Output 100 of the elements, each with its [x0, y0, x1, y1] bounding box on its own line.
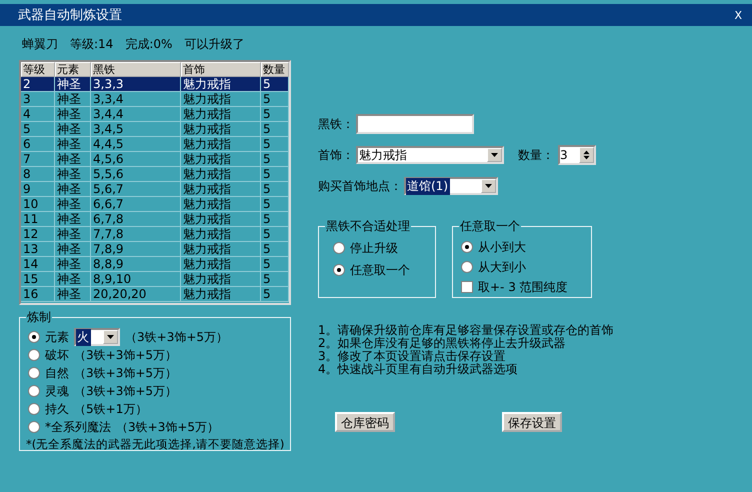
table-cell: 7,7,8 — [91, 227, 181, 242]
table-cell: 8 — [21, 167, 55, 182]
table-cell: 魅力戒指 — [181, 242, 261, 257]
progress-text: 完成:0% — [125, 36, 172, 53]
option-label: 从小到大 — [478, 238, 526, 256]
table-row[interactable]: 7 神圣 4,5,6 魅力戒指 5 — [21, 152, 289, 167]
table-cell: 5 — [261, 92, 289, 107]
table-cell: 魅力戒指 — [181, 212, 261, 227]
option-label: 持久 — [45, 400, 69, 418]
table-row[interactable]: 16 神圣 20,20,20 魅力戒指 5 — [21, 287, 289, 302]
table-cell: 9 — [21, 182, 55, 197]
table-cell: 神圣 — [55, 107, 91, 122]
table-cell: 5 — [261, 287, 289, 302]
table-cell: 神圣 — [55, 122, 91, 137]
table-cell: 2 — [21, 77, 55, 92]
note-text: 4。快速战斗页里有自动升级武器选项 — [318, 363, 519, 376]
table-cell: 5 — [261, 167, 289, 182]
table-cell: 4,4,5 — [91, 137, 181, 152]
table-cell: 魅力戒指 — [181, 287, 261, 302]
table-cell: 13 — [21, 242, 55, 257]
table-cell: 10 — [21, 197, 55, 212]
table-cell: 7,8,9 — [91, 242, 181, 257]
table-cell: 20,20,20 — [91, 287, 181, 302]
table-row[interactable]: 10 神圣 6,6,7 魅力戒指 5 — [21, 197, 289, 212]
cost-text: （3铁+3饰+5万） — [74, 346, 178, 364]
table-cell: 4 — [21, 107, 55, 122]
table-cell: 5 — [261, 152, 289, 167]
table-cell: 魅力戒指 — [181, 272, 261, 287]
field-label: 首饰： — [318, 146, 354, 164]
weapon-name: 蝉翼刀 — [22, 36, 58, 53]
table-cell: 12 — [21, 227, 55, 242]
note-text: *(无全系魔法的武器无此项选择,请不要随意选择) — [26, 437, 284, 452]
table-cell: 魅力戒指 — [181, 182, 261, 197]
table-row[interactable]: 6 神圣 4,4,5 魅力戒指 5 — [21, 137, 289, 152]
column-header[interactable]: 元素 — [55, 62, 91, 77]
note-text: 2。如果仓库没有足够的黑铁将停止去升级武器 — [318, 337, 567, 350]
table-cell: 神圣 — [55, 152, 91, 167]
option-label: 灵魂 — [45, 382, 69, 400]
table-cell: 魅力戒指 — [181, 77, 261, 92]
table-cell: 神圣 — [55, 182, 91, 197]
field-label: 购买首饰地点： — [318, 178, 402, 194]
table-cell: 神圣 — [55, 242, 91, 257]
table-row[interactable]: 4 神圣 3,4,4 魅力戒指 5 — [21, 107, 289, 122]
table-cell: 魅力戒指 — [181, 167, 261, 182]
close-button[interactable]: X — [734, 8, 742, 22]
table-cell: 8,8,9 — [91, 257, 181, 272]
accessory-dropdown[interactable]: 魅力戒指 — [356, 146, 504, 164]
table-cell: 4,5,6 — [91, 152, 181, 167]
table-cell: 魅力戒指 — [181, 92, 261, 107]
window-title: 武器自动制炼设置 — [18, 7, 122, 24]
table-row[interactable]: 8 神圣 5,5,6 魅力戒指 5 — [21, 167, 289, 182]
table-row[interactable]: 14 神圣 8,8,9 魅力戒指 5 — [21, 257, 289, 272]
table-row[interactable]: 2 神圣 3,3,3 魅力戒指 5 — [21, 77, 289, 92]
table-cell: 15 — [21, 272, 55, 287]
table-cell: 神圣 — [55, 197, 91, 212]
table-cell: 8,9,10 — [91, 272, 181, 287]
table-row[interactable]: 12 神圣 7,7,8 魅力戒指 5 — [21, 227, 289, 242]
table-cell: 14 — [21, 257, 55, 272]
element-dropdown[interactable]: 火 — [74, 328, 120, 346]
table-row[interactable]: 3 神圣 3,3,4 魅力戒指 5 — [21, 92, 289, 107]
table-cell: 5,5,6 — [91, 167, 181, 182]
column-header[interactable]: 数量 — [261, 62, 289, 77]
table-cell: 6 — [21, 137, 55, 152]
table-cell: 5 — [261, 122, 289, 137]
table-row[interactable]: 15 神圣 8,9,10 魅力戒指 5 — [21, 272, 289, 287]
option-label: 破坏 — [45, 346, 69, 364]
group-title: 炼制 — [26, 309, 52, 326]
field-label: 数量： — [518, 146, 554, 164]
table-cell: 3,4,5 — [91, 122, 181, 137]
cost-text: （3铁+3饰+5万） — [74, 364, 178, 382]
level-text: 等级:14 — [70, 36, 114, 53]
column-header[interactable]: 等级 — [21, 62, 55, 77]
cost-text: （3铁+3饰+5万） — [116, 418, 220, 436]
table-cell: 5 — [261, 107, 289, 122]
action-button[interactable]: 仓库密码 — [335, 412, 395, 432]
note-text: 1。请确保升级前仓库有足够容量保存设置或存仓的首饰 — [318, 324, 615, 337]
table-row[interactable]: 5 神圣 3,4,5 魅力戒指 5 — [21, 122, 289, 137]
table-cell: 魅力戒指 — [181, 122, 261, 137]
table-cell: 神圣 — [55, 137, 91, 152]
group-title: 黑铁不合适处理 — [325, 218, 411, 235]
status-message: 可以升级了 — [184, 36, 244, 53]
option-label: 任意取一个 — [350, 262, 410, 278]
option-label: 从大到小 — [478, 258, 526, 276]
table-cell: 神圣 — [55, 212, 91, 227]
table-cell: 7 — [21, 152, 55, 167]
shop-dropdown[interactable]: 道馆(1) — [404, 177, 498, 195]
table-row[interactable]: 9 神圣 5,6,7 魅力戒指 5 — [21, 182, 289, 197]
column-header[interactable]: 黑铁 — [91, 62, 181, 77]
table-row[interactable]: 11 神圣 6,7,8 魅力戒指 5 — [21, 212, 289, 227]
quantity-spinner[interactable]: 3 — [558, 145, 596, 165]
table-cell: 神圣 — [55, 92, 91, 107]
table-cell: 6,7,8 — [91, 212, 181, 227]
table-cell: 魅力戒指 — [181, 137, 261, 152]
table-cell: 16 — [21, 287, 55, 302]
cost-text: （5铁+1万） — [74, 400, 148, 418]
table-cell: 3,3,4 — [91, 92, 181, 107]
action-button[interactable]: 保存设置 — [502, 412, 562, 432]
column-header[interactable]: 首饰 — [181, 62, 261, 77]
table-cell: 5 — [261, 212, 289, 227]
table-row[interactable]: 13 神圣 7,8,9 魅力戒指 5 — [21, 242, 289, 257]
